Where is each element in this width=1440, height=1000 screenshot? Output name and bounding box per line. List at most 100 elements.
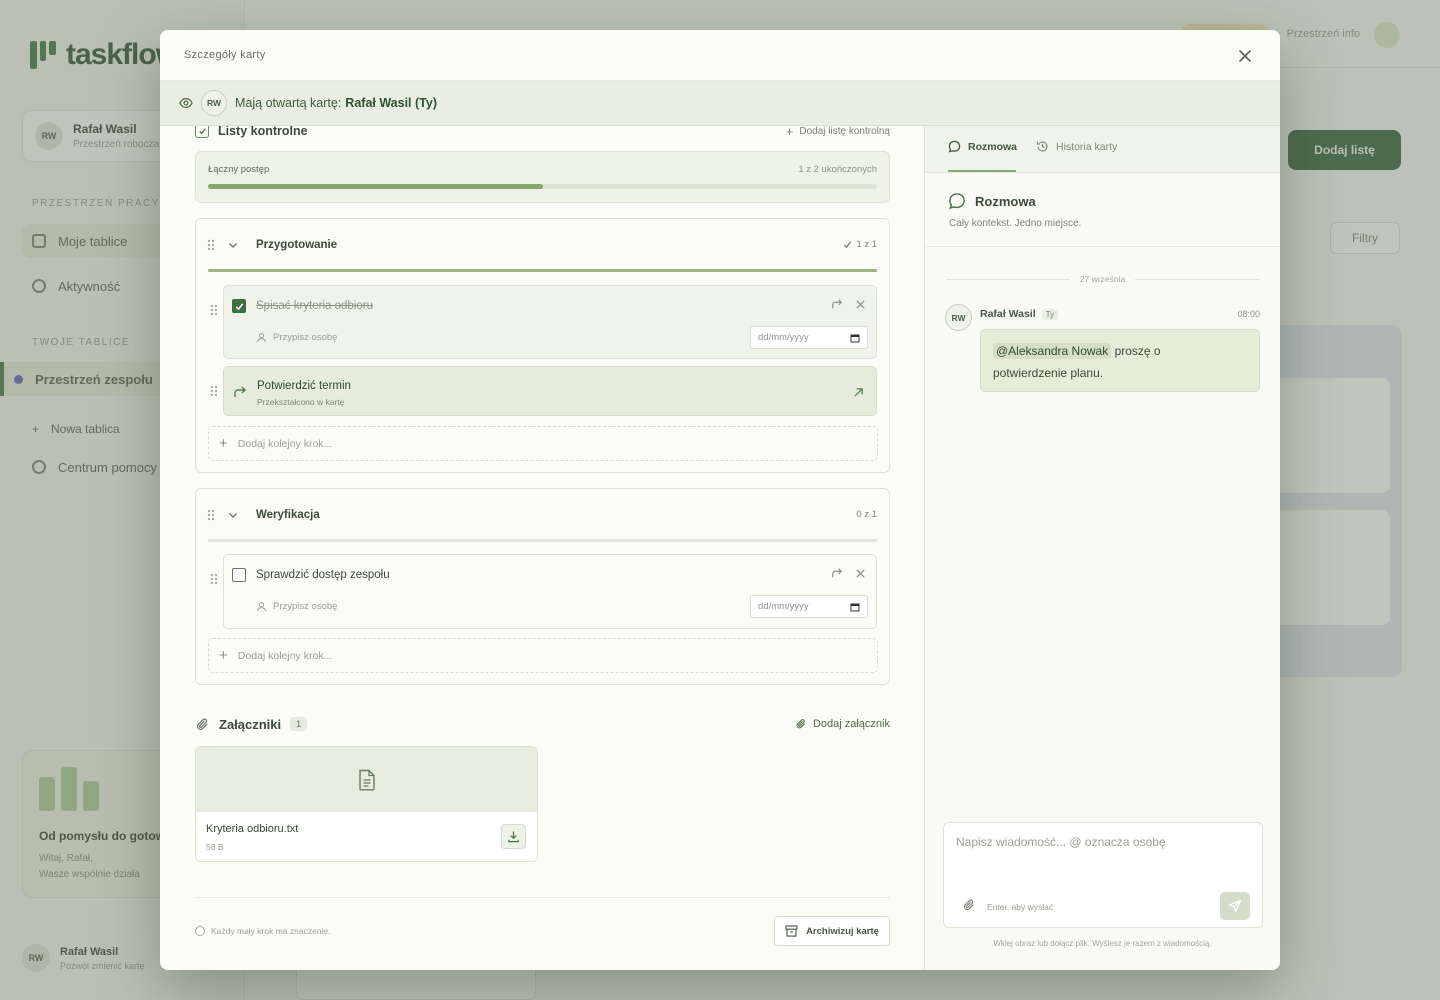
message-time: 08:00	[1237, 309, 1260, 319]
drag-handle-icon[interactable]	[209, 385, 219, 397]
convert-to-card-icon[interactable]	[831, 298, 843, 310]
open-card-icon[interactable]	[853, 387, 864, 398]
download-icon[interactable]	[501, 824, 526, 849]
plus-icon: +	[219, 647, 228, 664]
add-attachment-button[interactable]: Dodaj załącznik	[795, 718, 890, 730]
calendar-icon[interactable]	[850, 602, 860, 612]
chat-subtitle: Cały kontekst. Jedno miejsce.	[949, 218, 1082, 229]
overall-progress-label: Łączny postęp	[208, 164, 270, 175]
drag-handle-icon[interactable]	[206, 509, 216, 521]
checklist-group-count: 0 z 1	[856, 509, 877, 520]
composer-hint: Enter, aby wysłać	[987, 902, 1054, 912]
checklist-group-header[interactable]: Weryfikacja 0 z 1	[196, 489, 889, 541]
tab-label: Rozmowa	[968, 140, 1018, 153]
viewer-name: Rafał Wasil (Ty)	[345, 96, 437, 110]
add-checklist-button[interactable]: + Dodaj listę kontrolną	[786, 126, 890, 139]
drag-handle-icon[interactable]	[209, 573, 219, 585]
footer-tip-text: Każdy mały krok ma znaczenie.	[211, 926, 331, 936]
viewers-label: Mają otwartą kartę:	[235, 96, 342, 110]
send-icon[interactable]	[1220, 892, 1250, 920]
attachment-name[interactable]: Kryteria odbioru.txt	[206, 823, 298, 835]
chat-header: Rozmowa Cały kontekst. Jedno miejsce.	[948, 192, 1081, 229]
tab-conversation[interactable]: Rozmowa	[948, 140, 1017, 153]
add-step-label: Dodaj kolejny krok...	[237, 437, 333, 450]
checklists-title: Listy kontrolne	[218, 126, 308, 138]
message-input[interactable]	[956, 835, 1246, 875]
checklist-item: Spisać kryteria odbioru Przypisz osobę d…	[210, 285, 877, 359]
checklist-item-text[interactable]: Sprawdzić dostęp zespołu	[256, 569, 390, 581]
add-step-button[interactable]: + Dodaj kolejny krok...	[208, 426, 878, 461]
checklist-item-converted[interactable]: Potwierdzić termin Przekształcono w kart…	[210, 366, 877, 416]
attachments-count-badge: 1	[290, 717, 308, 731]
overall-progress-bar	[208, 184, 877, 189]
message-text: proszę o	[1114, 344, 1161, 358]
checklist-group-name[interactable]: Weryfikacja	[256, 509, 320, 521]
checklist-group-count: 1 z 1	[843, 239, 877, 250]
overall-progress-fill	[208, 184, 543, 189]
item-checkbox[interactable]	[232, 568, 246, 582]
avatar: RW	[201, 90, 227, 116]
checklist-group-header[interactable]: Przygotowanie 1 z 1	[196, 219, 889, 271]
message-author: Rafał Wasil	[980, 308, 1036, 320]
checklist-item-text[interactable]: Spisać kryteria odbioru	[256, 300, 373, 312]
footer-tip: Każdy mały krok ma znaczenie.	[195, 926, 331, 936]
chevron-down-icon[interactable]	[226, 508, 240, 522]
convert-to-card-icon[interactable]	[831, 567, 843, 579]
chat-bubble-icon	[948, 140, 961, 153]
add-step-button[interactable]: + Dodaj kolejny krok...	[208, 638, 878, 673]
history-icon	[1036, 140, 1049, 153]
group-progress-fill	[208, 269, 877, 272]
activity-panel: Rozmowa Historia karty Rozmowa Cały kont…	[924, 126, 1280, 970]
paperclip-icon	[795, 718, 807, 730]
archive-label: Archiwizuj kartę	[806, 925, 879, 937]
item-checkbox[interactable]	[232, 299, 246, 313]
card-details-modal: Szczegóły karty RW Mają otwartą kartę: R…	[160, 30, 1280, 970]
assign-person-button[interactable]: Przypisz osobę	[256, 332, 337, 343]
archive-card-button[interactable]: Archiwizuj kartę	[774, 916, 890, 946]
drag-handle-icon[interactable]	[209, 304, 219, 316]
assign-person-button[interactable]: Przypisz osobę	[256, 601, 337, 612]
assign-label: Przypisz osobę	[273, 601, 338, 612]
overall-progress-status: 1 z 2 ukończonych	[798, 164, 877, 175]
count-text: 1 z 1	[856, 239, 877, 250]
user-icon	[256, 601, 267, 612]
attachment-card[interactable]: Kryteria odbioru.txt 58 B	[195, 746, 538, 862]
check-icon	[843, 240, 852, 249]
chat-bubble-icon	[948, 192, 966, 210]
user-icon	[256, 332, 267, 343]
checklist-icon	[195, 126, 209, 138]
checklist-item: Sprawdzić dostęp zespołu Przypisz osobę …	[210, 554, 877, 629]
checklist-group-name[interactable]: Przygotowanie	[256, 239, 337, 251]
message-bubble[interactable]: @Aleksandra Nowak proszę o potwierdzenie…	[980, 329, 1260, 392]
paperclip-icon[interactable]	[962, 898, 976, 912]
due-date-input[interactable]: dd/mm/yyyy	[750, 595, 868, 618]
attachments-header: Załączniki 1 Dodaj załącznik	[195, 714, 890, 734]
due-date-input[interactable]: dd/mm/yyyy	[750, 326, 868, 349]
mention-tag[interactable]: @Aleksandra Nowak	[993, 343, 1112, 359]
plus-icon: +	[785, 126, 794, 139]
add-step-label: Dodaj kolejny krok...	[237, 649, 333, 662]
checklist-item-text[interactable]: Potwierdzić termin	[257, 380, 351, 392]
composer-footnote: Wklej obraz lub dołącz plik. Wyślesz je …	[993, 939, 1212, 948]
date-separator-text: 27 września	[1079, 274, 1126, 284]
tab-card-history[interactable]: Historia karty	[1036, 140, 1117, 153]
avatar: RW	[945, 304, 972, 331]
item-actions	[831, 298, 866, 310]
delete-icon[interactable]	[855, 567, 866, 579]
attachment-preview[interactable]	[196, 747, 537, 812]
archive-icon	[785, 925, 798, 937]
date-placeholder: dd/mm/yyyy	[758, 601, 809, 612]
date-placeholder: dd/mm/yyyy	[758, 332, 809, 343]
close-icon[interactable]	[1234, 45, 1256, 67]
active-tab-indicator	[948, 170, 1016, 172]
delete-icon[interactable]	[855, 298, 866, 310]
converted-arrow-icon	[233, 385, 247, 399]
checklist-group: Weryfikacja 0 z 1 Sprawdzić dostęp zespo…	[195, 488, 890, 685]
paperclip-icon	[195, 717, 210, 732]
chevron-down-icon[interactable]	[226, 238, 240, 252]
drag-handle-icon[interactable]	[206, 239, 216, 251]
assign-label: Przypisz osobę	[273, 332, 338, 343]
divider	[195, 897, 890, 898]
calendar-icon[interactable]	[850, 333, 860, 343]
viewers-bar: RW Mają otwartą kartę: Rafał Wasil (Ty)	[160, 81, 1280, 126]
